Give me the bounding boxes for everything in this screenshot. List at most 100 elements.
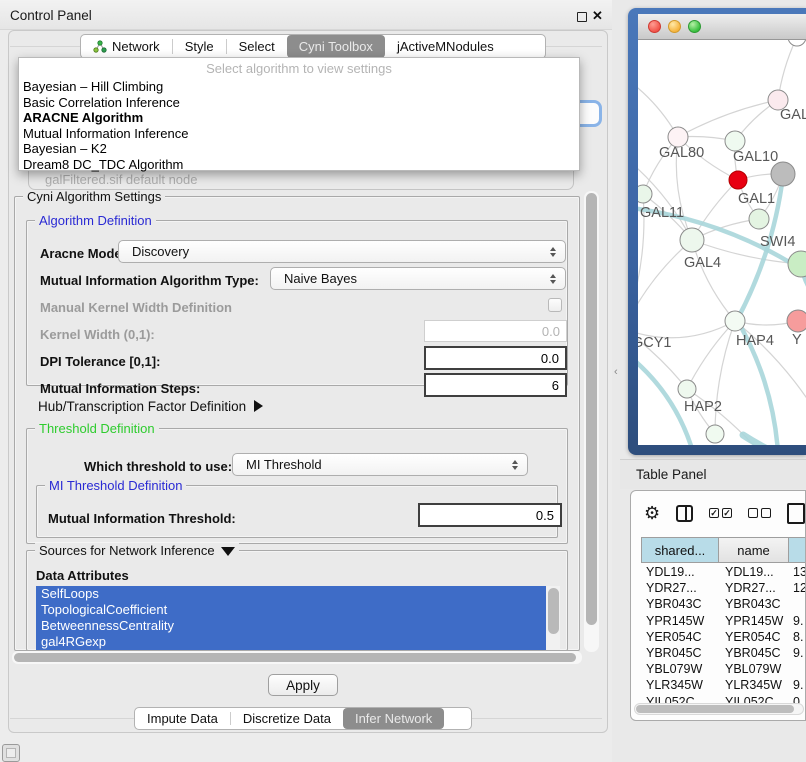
cell-shared-name: YBR045C bbox=[641, 645, 719, 661]
cell-value: 9. bbox=[789, 645, 803, 661]
column-header-shared-name-label: shared... bbox=[655, 543, 706, 558]
cell-shared-name: YDR27... bbox=[641, 580, 719, 596]
cell-name: YER054C bbox=[719, 629, 789, 645]
attribute-item[interactable]: TopologicalCoefficient bbox=[36, 602, 546, 618]
new-table-icon[interactable] bbox=[787, 503, 805, 524]
manual-kernel-width-label: Manual Kernel Width Definition bbox=[40, 300, 232, 315]
column-header-cut[interactable] bbox=[789, 537, 806, 563]
attributes-scrollbar[interactable] bbox=[546, 586, 560, 650]
column-header-name[interactable]: name bbox=[719, 537, 789, 563]
attributes-scroll-thumb[interactable] bbox=[548, 588, 559, 634]
dropdown-item[interactable]: ARACNE Algorithm bbox=[23, 110, 575, 126]
aracne-mode-value: Discovery bbox=[132, 244, 189, 259]
network-canvas[interactable]: GALGAL80GAL10GAL1GAL11SWI4GAL4YHAP4GCY1H… bbox=[638, 40, 806, 445]
network-node[interactable] bbox=[788, 40, 806, 46]
mi-threshold-field[interactable]: 0.5 bbox=[418, 503, 562, 527]
network-node[interactable] bbox=[638, 185, 652, 203]
mi-threshold-value: 0.5 bbox=[536, 508, 554, 523]
dropdown-item[interactable]: Dream8 DC_TDC Algorithm bbox=[23, 157, 575, 173]
threshold-definition-title: Threshold Definition bbox=[35, 421, 159, 436]
collapsed-panel-icon[interactable] bbox=[2, 744, 20, 762]
minimize-window-icon[interactable] bbox=[668, 20, 681, 33]
network-node[interactable] bbox=[725, 131, 745, 151]
kernel-width-field[interactable]: 0.0 bbox=[424, 320, 567, 342]
apply-button[interactable]: Apply bbox=[268, 674, 338, 696]
control-panel-title: Control Panel bbox=[10, 8, 92, 23]
cell-shared-name: YPR145W bbox=[641, 613, 719, 629]
network-node[interactable] bbox=[787, 310, 806, 332]
network-node[interactable] bbox=[788, 251, 806, 277]
settings-vertical-scrollbar[interactable] bbox=[584, 191, 599, 652]
settings-horizontal-scrollbar[interactable] bbox=[12, 651, 582, 664]
combo-arrows-icon bbox=[512, 454, 518, 475]
network-node[interactable] bbox=[771, 162, 795, 186]
manual-kernel-width-checkbox[interactable] bbox=[548, 298, 562, 312]
vscroll-thumb[interactable] bbox=[586, 193, 597, 625]
dropdown-item[interactable]: Bayesian – K2 bbox=[23, 141, 575, 157]
zoom-window-icon[interactable] bbox=[688, 20, 701, 33]
network-node[interactable] bbox=[749, 209, 769, 229]
dropdown-item[interactable]: Mutual Information Inference bbox=[23, 126, 575, 142]
table-row[interactable]: YDR27... YDR27... 12 bbox=[641, 580, 806, 596]
tab-cyni-toolbox[interactable]: Cyni Toolbox bbox=[287, 35, 385, 58]
dropdown-item[interactable]: Basic Correlation Inference bbox=[23, 95, 575, 111]
attribute-item[interactable]: SelfLoops bbox=[36, 586, 546, 602]
table-row[interactable]: YBL079W YBL079W bbox=[641, 661, 806, 677]
sources-title-text: Sources for Network Inference bbox=[39, 543, 215, 558]
table-row[interactable]: YLR345W YLR345W 9. bbox=[641, 677, 806, 693]
network-node[interactable] bbox=[729, 171, 747, 189]
hscroll-thumb[interactable] bbox=[14, 653, 576, 662]
data-attributes-label: Data Attributes bbox=[36, 568, 129, 583]
tab-network[interactable]: Network bbox=[81, 35, 172, 58]
table-row[interactable]: YER054C YER054C 8. bbox=[641, 629, 806, 645]
table-row[interactable]: YBR043C YBR043C bbox=[641, 596, 806, 612]
close-panel-icon[interactable]: ✕ bbox=[592, 8, 603, 24]
network-node[interactable] bbox=[680, 228, 704, 252]
mi-threshold-definition-title: MI Threshold Definition bbox=[45, 478, 186, 493]
dpi-tolerance-field[interactable]: 0.0 bbox=[424, 346, 567, 370]
hub-section-toggle[interactable]: Hub/Transcription Factor Definition bbox=[38, 399, 263, 414]
deselect-all-checks-icon[interactable] bbox=[748, 508, 771, 518]
network-window-titlebar[interactable] bbox=[638, 14, 806, 40]
algorithm-definition-title: Algorithm Definition bbox=[35, 213, 156, 228]
float-window-icon[interactable] bbox=[577, 12, 587, 22]
network-node[interactable] bbox=[678, 380, 696, 398]
attribute-item[interactable]: gal4RGexp bbox=[36, 634, 546, 650]
combo-arrows-icon bbox=[550, 241, 556, 262]
attr-items: SelfLoopsTopologicalCoefficientBetweenne… bbox=[36, 586, 560, 650]
dropdown-item[interactable]: Bayesian – Hill Climbing bbox=[23, 79, 575, 95]
close-window-icon[interactable] bbox=[648, 20, 661, 33]
table-horizontal-scrollbar[interactable] bbox=[634, 703, 804, 715]
table-row[interactable]: YDL19... YDL19... 13 bbox=[641, 564, 806, 580]
table-hscroll-thumb[interactable] bbox=[636, 705, 794, 713]
collapsed-arrow-icon bbox=[254, 400, 263, 412]
cell-name: YLR345W bbox=[719, 677, 789, 693]
which-threshold-combo[interactable]: MI Threshold bbox=[232, 453, 528, 476]
column-header-shared-name[interactable]: shared... bbox=[641, 537, 719, 563]
aracne-mode-combo[interactable]: Discovery bbox=[118, 240, 566, 263]
gear-icon[interactable]: ⚙ bbox=[644, 504, 660, 522]
expanded-arrow-icon bbox=[221, 547, 235, 556]
tab-infer-network[interactable]: Infer Network bbox=[343, 708, 444, 729]
attribute-item[interactable]: BetweennessCentrality bbox=[36, 618, 546, 634]
network-canvas-svg[interactable]: GALGAL80GAL10GAL1GAL11SWI4GAL4YHAP4GCY1H… bbox=[638, 40, 806, 445]
cell-value: 13 bbox=[789, 564, 806, 580]
table-row[interactable]: YPR145W YPR145W 9. bbox=[641, 613, 806, 629]
table-header: shared... name bbox=[641, 537, 806, 563]
sources-title[interactable]: Sources for Network Inference bbox=[35, 543, 239, 558]
tab-discretize-data[interactable]: Discretize Data bbox=[231, 708, 343, 729]
tab-impute-data[interactable]: Impute Data bbox=[135, 708, 230, 729]
splitter-handle[interactable]: ‹ bbox=[614, 366, 618, 378]
tab-select[interactable]: Select bbox=[227, 35, 287, 58]
columns-icon[interactable] bbox=[676, 505, 693, 522]
network-node[interactable] bbox=[725, 311, 745, 331]
select-all-checks-icon[interactable]: ✓✓ bbox=[709, 508, 732, 518]
table-row[interactable]: YBR045C YBR045C 9. bbox=[641, 645, 806, 661]
network-node[interactable] bbox=[706, 425, 724, 443]
tab-jactivemnodules[interactable]: jActiveMNodules bbox=[385, 35, 506, 58]
tab-style[interactable]: Style bbox=[173, 35, 226, 58]
mi-algorithm-type-combo[interactable]: Naive Bayes bbox=[270, 267, 566, 290]
network-node[interactable] bbox=[668, 127, 688, 147]
mi-steps-field[interactable]: 6 bbox=[424, 373, 567, 397]
cell-value: 12 bbox=[789, 580, 806, 596]
